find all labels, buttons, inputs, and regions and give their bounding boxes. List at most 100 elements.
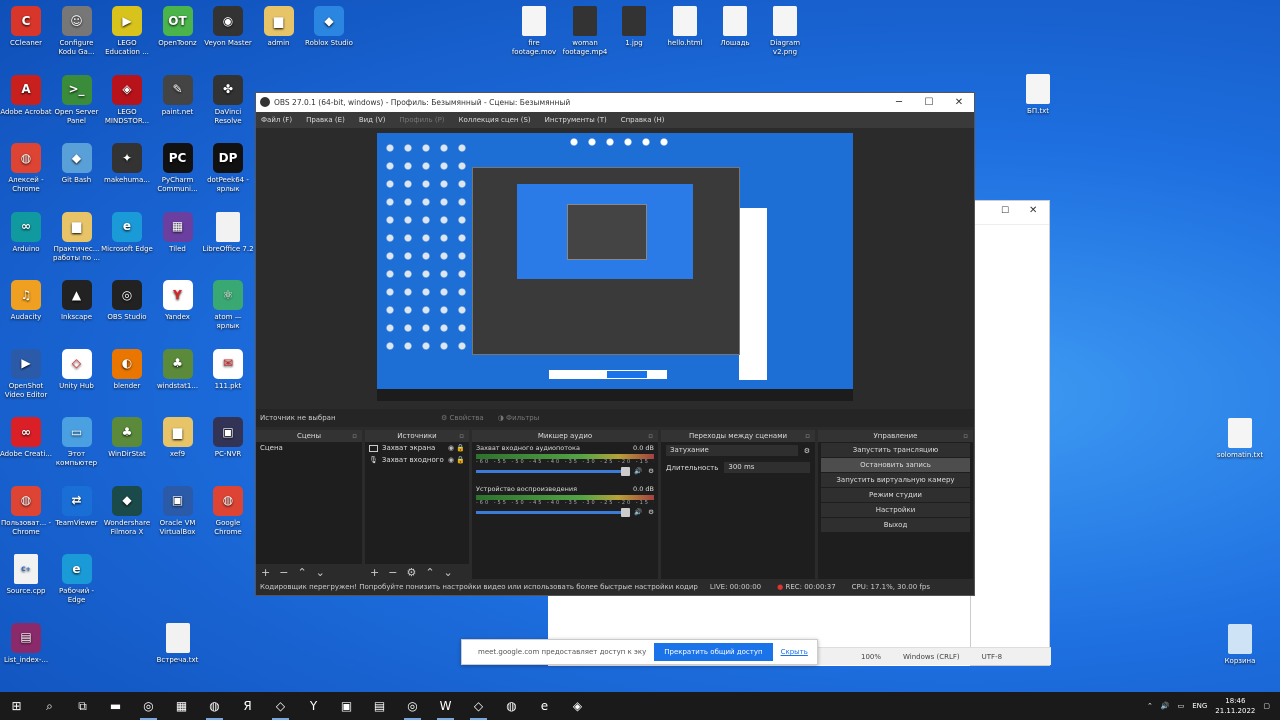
language-indicator[interactable]: ENG (1192, 702, 1207, 710)
taskbar-app-icon[interactable]: ◇ (264, 692, 297, 720)
speaker-icon[interactable]: 🔊 (634, 508, 642, 516)
duration-input[interactable]: 300 ms (724, 462, 810, 473)
desktop-icon[interactable]: ◍ Алексей - Chrome (0, 143, 52, 194)
volume-slider[interactable] (476, 466, 631, 476)
desktop-icon[interactable]: ◈ LEGO MINDSTOR... (101, 74, 153, 126)
chevron-up-icon[interactable]: ⌃ (1147, 702, 1153, 710)
recycle-bin-icon[interactable]: Корзина (1214, 624, 1266, 666)
add-icon[interactable]: + (370, 566, 379, 579)
visibility-lock-icons[interactable]: ◉ 🔒 (448, 456, 465, 464)
taskbar-app-icon[interactable]: ◎ (132, 692, 165, 720)
hide-banner-link[interactable]: Скрыть (781, 648, 808, 656)
desktop-icon[interactable]: PC PyCharm Communi... (152, 143, 204, 194)
desktop-icon[interactable]: ♫ Audacity (0, 280, 52, 322)
menu-view[interactable]: Вид (V) (359, 116, 386, 124)
clock[interactable]: 18:46 21.11.2022 (1215, 696, 1255, 716)
desktop-icon[interactable]: ∞ Adobe Creati... (0, 417, 52, 459)
desktop-icon[interactable]: ▤ List_index-... (0, 622, 52, 665)
desktop-icon[interactable]: ▭ Этот компьютер (51, 417, 103, 468)
desktop-icon[interactable]: ☺ Configure Kodu Ga... (51, 6, 103, 57)
preview-canvas[interactable] (377, 133, 853, 401)
properties-button[interactable]: ⚙ Свойства (441, 414, 484, 422)
studio-mode-button[interactable]: Режим студии (821, 488, 970, 502)
visibility-lock-icons[interactable]: ◉ 🔒 (448, 444, 465, 452)
desktop-icon[interactable]: ◆ Git Bash (51, 143, 103, 185)
move-up-icon[interactable]: ⌃ (297, 566, 306, 579)
desktop-icon[interactable]: ◇ Unity Hub (51, 348, 103, 391)
menu-tools[interactable]: Инструменты (T) (545, 116, 607, 124)
volume-slider[interactable] (476, 507, 631, 517)
desktop-file-icon[interactable]: Diagram v2.png (759, 6, 811, 57)
desktop-icon[interactable]: Y Yandex (152, 280, 204, 322)
taskbar-app-icon[interactable]: ▣ (330, 692, 363, 720)
desktop-icon[interactable]: ◐ blender (101, 348, 153, 391)
taskbar-app-icon[interactable]: e (528, 692, 561, 720)
desktop-icon[interactable]: e Рабочий - Edge (51, 554, 103, 605)
search-icon[interactable]: ⌕ (33, 692, 66, 720)
desktop-file-icon[interactable]: hello.html (659, 6, 711, 48)
desktop-icon[interactable]: ✦ makehuma... (101, 143, 153, 185)
move-down-icon[interactable]: ⌄ (444, 566, 453, 579)
desktop-icon[interactable]: ⚛ atom — ярлык (202, 280, 254, 331)
speaker-icon[interactable]: 🔊 (634, 467, 642, 475)
desktop-icon[interactable]: >_ Open Server Panel (51, 74, 103, 126)
menu-file[interactable]: Файл (F) (261, 116, 292, 124)
settings-button[interactable]: Настройки (821, 503, 970, 517)
move-down-icon[interactable]: ⌄ (316, 566, 325, 579)
menu-profile[interactable]: Профиль (P) (399, 116, 444, 124)
desktop-icon[interactable]: ✉ 111.pkt (202, 348, 254, 391)
maximize-button[interactable]: ☐ (914, 93, 944, 112)
gear-icon[interactable]: ⚙ (406, 566, 416, 579)
desktop-icon[interactable]: ▆ Практичес... работы по ... (51, 211, 103, 263)
desktop-icon[interactable]: ♣ windstat1... (152, 348, 204, 391)
start-virtual-camera-button[interactable]: Запустить виртуальную камеру (821, 473, 970, 487)
menu-edit[interactable]: Правка (E) (306, 116, 345, 124)
start-streaming-button[interactable]: Запустить трансляцию (821, 443, 970, 457)
minimize-button[interactable]: ─ (884, 93, 914, 112)
desktop-icon[interactable]: LibreOffice 7.2 (202, 211, 254, 254)
taskbar-app-icon[interactable]: ◇ (462, 692, 495, 720)
taskbar-app-icon[interactable]: Я (231, 692, 264, 720)
remove-icon[interactable]: − (279, 566, 288, 579)
source-item[interactable]: Захват экрана ◉ 🔒 (365, 442, 469, 454)
close-icon[interactable]: ✕ (1029, 205, 1037, 216)
desktop-icon[interactable]: ▣ PC-NVR (202, 417, 254, 459)
maximize-icon[interactable]: ☐ (1001, 206, 1009, 216)
taskbar-app-icon[interactable]: Y (297, 692, 330, 720)
stop-recording-button[interactable]: Остановить запись (821, 458, 970, 472)
desktop-icon[interactable]: ✤ DaVinci Resolve (202, 74, 254, 126)
desktop-file-icon[interactable]: fire footage.mov (508, 6, 560, 57)
desktop-icon[interactable]: Встреча.txt (152, 622, 204, 665)
taskbar-app-icon[interactable]: ▬ (99, 692, 132, 720)
desktop-icon[interactable]: OT OpenToonz (152, 6, 204, 48)
scene-item[interactable]: Сцена (256, 442, 362, 454)
notifications-icon[interactable]: ▢ (1263, 702, 1270, 710)
start-button[interactable]: ⊞ (0, 692, 33, 720)
desktop-icon[interactable]: ▲ Inkscape (51, 280, 103, 322)
desktop-icon[interactable]: ⇄ TeamViewer (51, 485, 103, 528)
taskbar-app-icon[interactable]: ◍ (495, 692, 528, 720)
stop-sharing-button[interactable]: Прекратить общий доступ (654, 643, 773, 661)
desktop-icon[interactable]: A Adobe Acrobat (0, 74, 52, 117)
desktop-icon[interactable]: ◆ Wondershare Filmora X (101, 485, 153, 537)
desktop-file-icon[interactable]: woman footage.mp4 (559, 6, 611, 57)
filters-button[interactable]: ◑ Фильтры (498, 414, 540, 422)
desktop-icon[interactable]: ◆ Roblox Studio (303, 6, 355, 48)
desktop-file-icon[interactable]: Лошадь (709, 6, 761, 48)
desktop-icon[interactable]: ◎ OBS Studio (101, 280, 153, 322)
exit-button[interactable]: Выход (821, 518, 970, 532)
remove-icon[interactable]: − (388, 566, 397, 579)
add-icon[interactable]: + (261, 566, 270, 579)
desktop-file-icon[interactable]: БП.txt (1012, 74, 1064, 116)
gear-icon[interactable]: ⚙ (648, 508, 654, 516)
desktop-icon[interactable]: DP dotPeek64 - ярлык (202, 143, 254, 194)
desktop-icon[interactable]: ♣ WinDirStat (101, 417, 153, 459)
desktop-icon[interactable]: ◉ Veyon Master (202, 6, 254, 48)
desktop-icon[interactable]: ▶ OpenShot Video Editor (0, 348, 52, 400)
desktop-icon[interactable]: ◍ Google Chrome (202, 485, 254, 537)
taskbar-app-icon[interactable]: ▤ (363, 692, 396, 720)
menu-help[interactable]: Справка (H) (621, 116, 665, 124)
taskbar-app-icon[interactable]: ⧉ (66, 692, 99, 720)
taskbar-app-icon[interactable]: ◎ (396, 692, 429, 720)
desktop-icon[interactable]: ▆ admin (253, 6, 305, 48)
